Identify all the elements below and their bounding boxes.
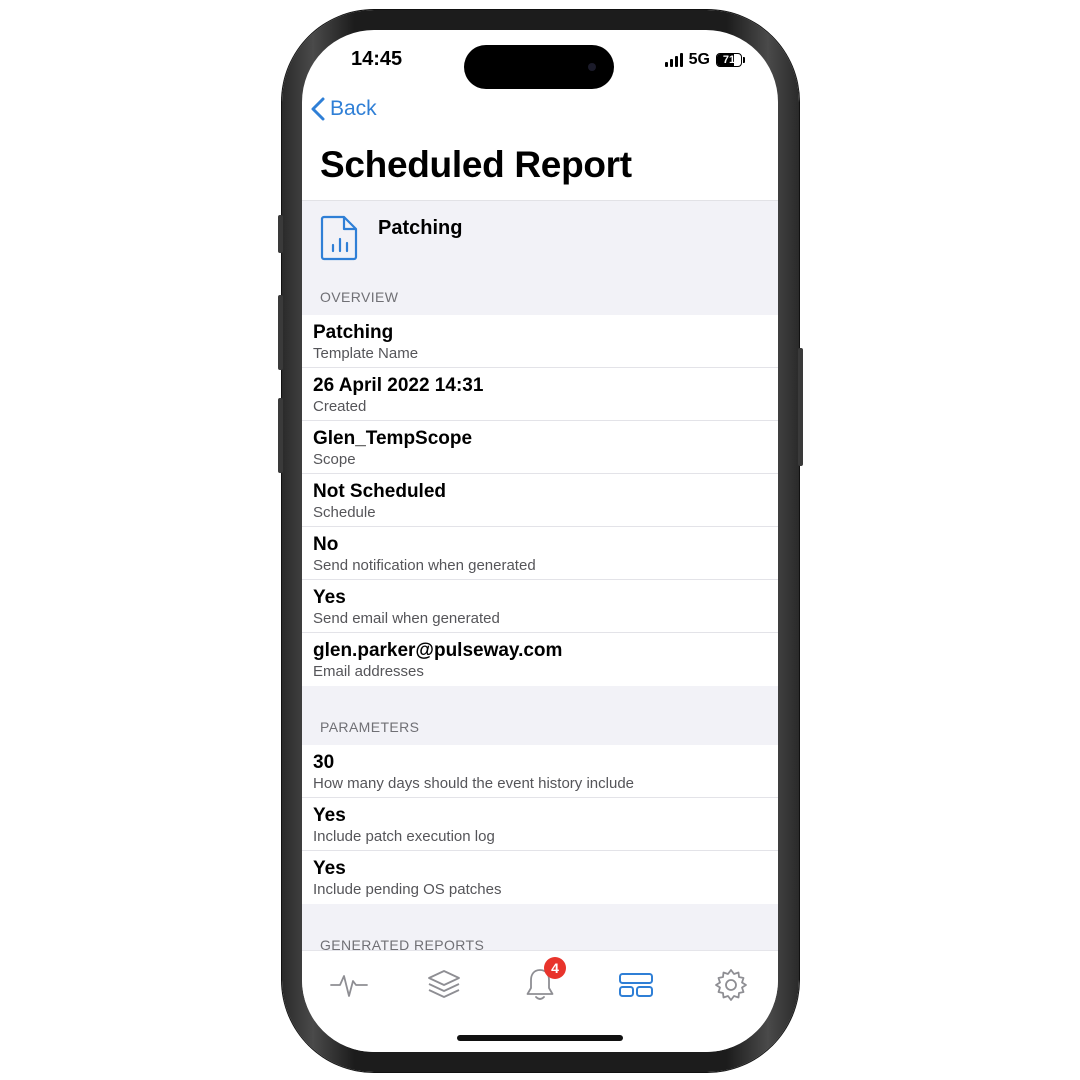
list-item[interactable]: Glen_TempScope Scope [302, 421, 778, 474]
dashboard-icon [619, 973, 653, 997]
item-value: Not Scheduled [313, 481, 447, 502]
status-time: 14:45 [351, 48, 403, 70]
tab-activity[interactable] [327, 965, 371, 1005]
back-button[interactable]: Back [310, 96, 377, 122]
item-value: glen.parker@pulseway.com [313, 640, 563, 661]
volume-up-button [278, 295, 283, 370]
item-value: Yes [313, 587, 346, 608]
item-label: Send notification when generated [313, 557, 536, 574]
activity-pulse-icon [330, 975, 368, 997]
item-label: Include pending OS patches [313, 881, 502, 898]
report-document-icon [320, 215, 358, 261]
list-item[interactable]: Patching Template Name [302, 315, 778, 368]
scroll-content[interactable]: Patching OVERVIEW Patching Template Name… [302, 200, 778, 950]
section-header-parameters: PARAMETERS [302, 686, 778, 745]
item-label: Email addresses [313, 663, 424, 680]
list-item[interactable]: No Send notification when generated [302, 527, 778, 580]
list-item[interactable]: 30 How many days should the event histor… [302, 745, 778, 798]
report-header: Patching OVERVIEW [302, 200, 778, 315]
item-label: Scope [313, 451, 356, 468]
chevron-left-icon [311, 97, 325, 121]
network-type: 5G [688, 51, 710, 68]
power-button [798, 348, 803, 466]
volume-down-button [278, 398, 283, 473]
layers-icon [428, 970, 460, 998]
list-item[interactable]: Yes Include patch execution log [302, 798, 778, 851]
gear-icon [715, 969, 747, 1001]
battery-percentage: 71 [722, 54, 736, 66]
action-button [278, 215, 283, 253]
list-item[interactable]: glen.parker@pulseway.com Email addresses [302, 633, 778, 686]
list-item[interactable]: Not Scheduled Schedule [302, 474, 778, 527]
section-header-generated-reports: GENERATED REPORTS [302, 904, 778, 950]
list-item[interactable]: Yes Include pending OS patches [302, 851, 778, 904]
status-icons: 5G 71 [664, 50, 745, 70]
tab-settings[interactable] [709, 965, 753, 1005]
item-label: Send email when generated [313, 610, 500, 627]
section-title-parameters: PARAMETERS [320, 719, 420, 735]
tab-layers[interactable] [422, 965, 466, 1005]
item-value: Yes [313, 858, 346, 879]
parameters-list: 30 How many days should the event histor… [302, 745, 778, 904]
item-label: Template Name [313, 345, 419, 362]
item-label: How many days should the event history i… [313, 775, 635, 792]
item-label: Include patch execution log [313, 828, 495, 845]
item-label: Created [313, 398, 367, 415]
signal-icon [664, 53, 683, 67]
back-label: Back [330, 97, 377, 120]
item-value: Patching [313, 322, 394, 343]
home-indicator [457, 1035, 623, 1041]
item-value: 30 [313, 752, 335, 773]
battery-icon: 71 [716, 53, 742, 67]
item-value: Yes [313, 805, 346, 826]
overview-list: Patching Template Name 26 April 2022 14:… [302, 315, 778, 686]
tab-dashboard[interactable] [614, 965, 658, 1005]
tab-notifications[interactable]: 4 [518, 957, 566, 1005]
item-label: Schedule [313, 504, 376, 521]
dynamic-island [464, 45, 614, 89]
item-value: 26 April 2022 14:31 [313, 375, 484, 396]
report-name: Patching [378, 217, 463, 239]
page-title: Scheduled Report [320, 144, 632, 185]
section-title-overview: OVERVIEW [320, 289, 399, 305]
list-item[interactable]: 26 April 2022 14:31 Created [302, 368, 778, 421]
section-title-generated-reports: GENERATED REPORTS [320, 937, 485, 950]
notification-badge: 4 [544, 957, 566, 979]
item-value: Glen_TempScope [313, 428, 473, 449]
item-value: No [313, 534, 339, 555]
list-item[interactable]: Yes Send email when generated [302, 580, 778, 633]
phone-screen: 14:45 5G 71 Back Scheduled Report Patchi [302, 30, 778, 1052]
